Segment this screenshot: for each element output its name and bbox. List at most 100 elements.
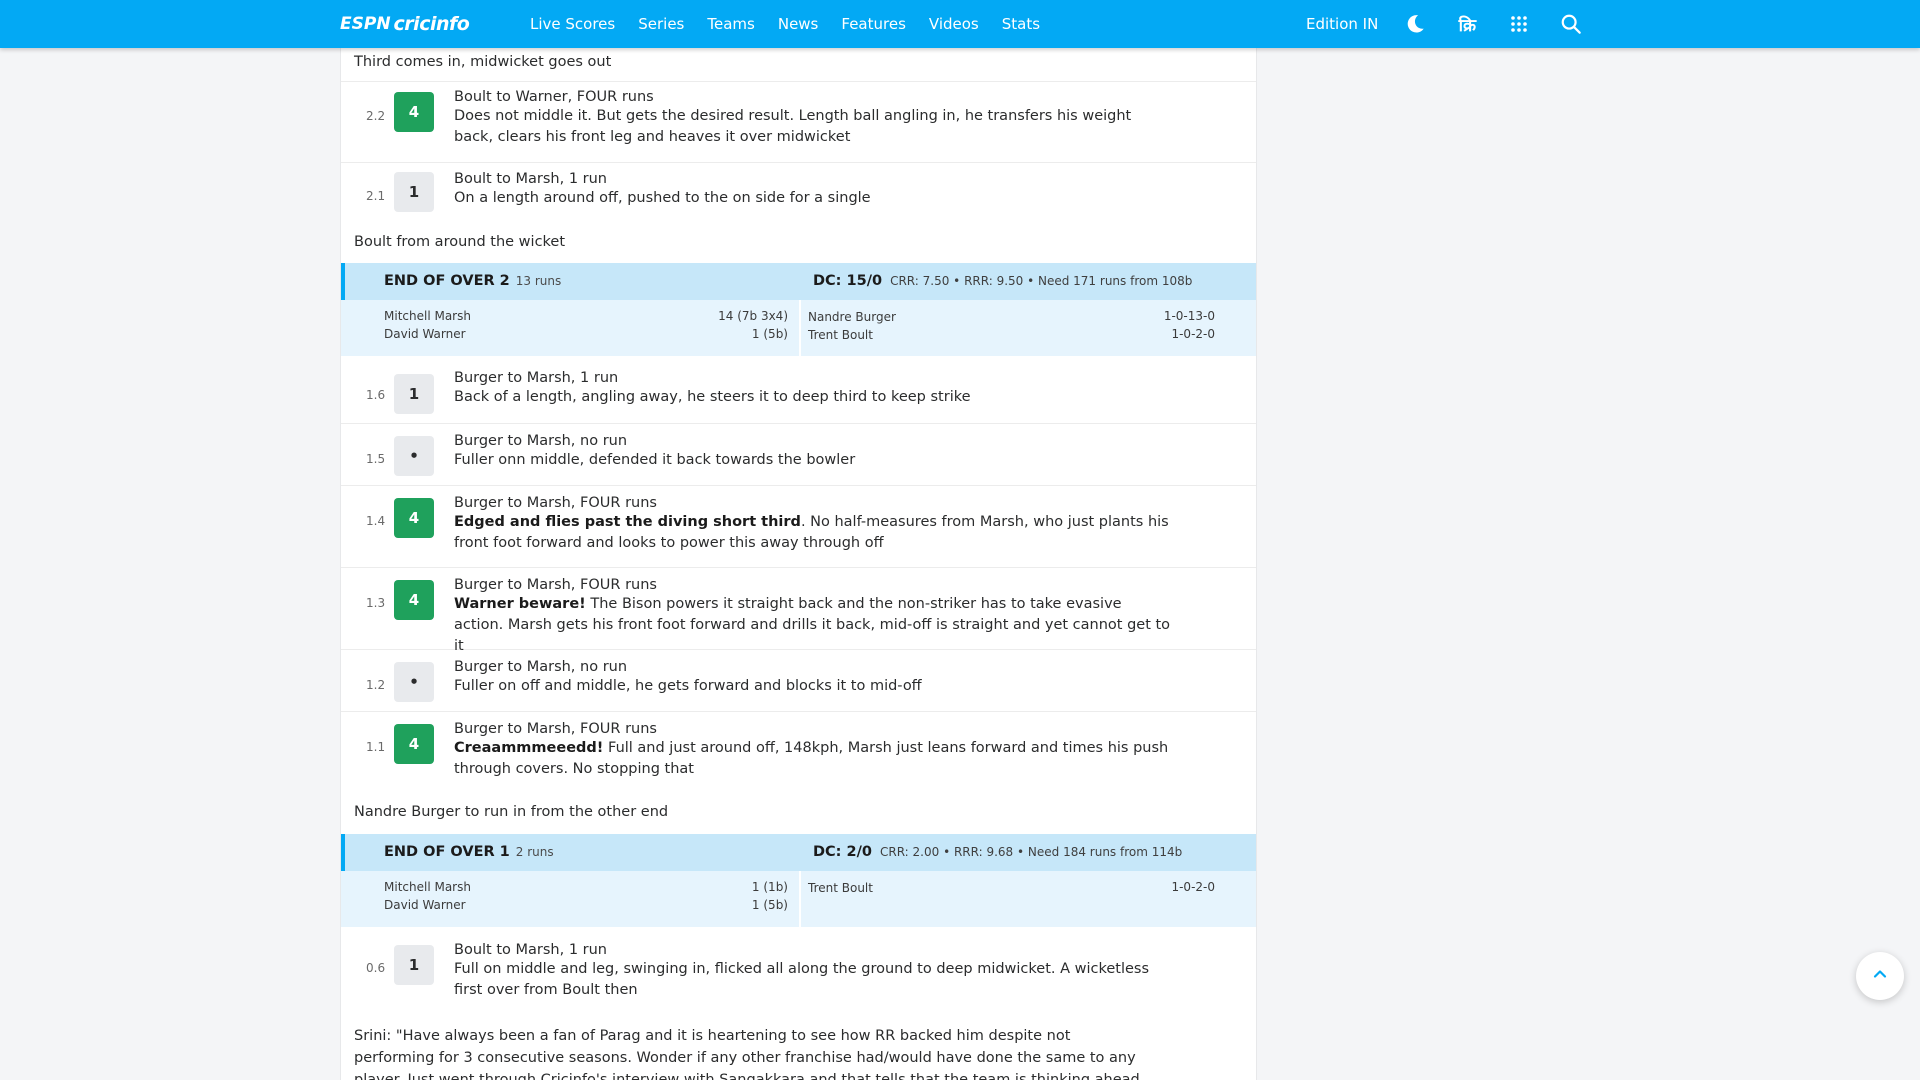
- ball-row: 1.4 4 Burger to Marsh, FOUR runs Edged a…: [341, 487, 1256, 568]
- ball-over-number: 1.5: [366, 452, 386, 466]
- nav-links: Live Scores Series Teams News Features V…: [530, 0, 1063, 48]
- batter-name[interactable]: David Warner: [384, 898, 466, 912]
- ball-runs-badge: •: [394, 662, 434, 702]
- bowler-name[interactable]: Trent Boult: [808, 881, 873, 895]
- ball-title: Boult to Marsh, 1 run: [454, 942, 607, 958]
- end-of-over-label: END OF OVER 1 2 runs: [384, 844, 554, 860]
- ball-commentary-highlight: Edged and flies past the diving short th…: [454, 514, 801, 530]
- scroll-to-top-button[interactable]: [1856, 952, 1904, 1000]
- ball-commentary: On a length around off, pushed to the on…: [454, 188, 1174, 209]
- over-runs: 13 runs: [515, 274, 562, 288]
- team-score-value: DC: 2/0: [813, 844, 872, 860]
- chevron-up-icon: [1872, 966, 1888, 986]
- search-icon[interactable]: [1558, 11, 1584, 37]
- nav-news[interactable]: News: [778, 15, 819, 33]
- reader-comment: Srini: "Have always been a fan of Parag …: [354, 1028, 1140, 1080]
- ball-over-number: 2.1: [366, 189, 386, 203]
- commentary-feed[interactable]: Third comes in, midwicket goes out 2.2 4…: [340, 48, 1257, 1080]
- ball-row: 1.5 • Burger to Marsh, no run Fuller onn…: [341, 425, 1256, 486]
- ball-row: 2.2 4 Boult to Warner, FOUR runs Does no…: [341, 82, 1256, 163]
- over-runs: 2 runs: [515, 845, 554, 859]
- bowler-name[interactable]: Nandre Burger: [808, 310, 896, 324]
- ball-title: Burger to Marsh, FOUR runs: [454, 495, 657, 511]
- commentary-note: Nandre Burger to run in from the other e…: [354, 804, 669, 820]
- ball-commentary: Back of a length, angling away, he steer…: [454, 387, 1174, 408]
- ball-over-number: 2.2: [366, 109, 386, 123]
- ball-row: 0.6 1 Boult to Marsh, 1 run Full on midd…: [341, 934, 1256, 1014]
- apps-grid-icon[interactable]: [1506, 11, 1532, 37]
- ball-runs-badge: 4: [394, 498, 434, 538]
- ball-over-number: 1.6: [366, 388, 386, 402]
- nav-teams[interactable]: Teams: [707, 15, 754, 33]
- ball-row: 1.2 • Burger to Marsh, no run Fuller on …: [341, 651, 1256, 712]
- bowler-name[interactable]: Trent Boult: [808, 328, 873, 342]
- commentary-note: Third comes in, midwicket goes out: [354, 54, 612, 70]
- end-of-over-label: END OF OVER 2 13 runs: [384, 273, 561, 289]
- bowler-figures: 1-0-13-0: [1163, 309, 1215, 323]
- ball-runs-badge: 1: [394, 374, 434, 414]
- ball-commentary: Fuller onn middle, defended it back towa…: [454, 450, 1174, 471]
- hindi-label: क्रि: [1458, 15, 1477, 36]
- ball-runs-badge: 4: [394, 92, 434, 132]
- ball-title: Boult to Warner, FOUR runs: [454, 89, 654, 105]
- bowler-figures: 1-0-2-0: [1171, 880, 1215, 894]
- team-score: DC: 2/0 CRR: 2.00 • RRR: 9.68 • Need 184 …: [813, 844, 1182, 860]
- batter-name[interactable]: Mitchell Marsh: [384, 880, 471, 894]
- espncricinfo-logo[interactable]: ESPN cricinfo: [340, 12, 470, 36]
- logo-cricinfo: cricinfo: [393, 13, 470, 35]
- nav-stats[interactable]: Stats: [1002, 15, 1040, 33]
- ball-row: 1.3 4 Burger to Marsh, FOUR runs Warner …: [341, 569, 1256, 654]
- end-of-over-header: END OF OVER 1 2 runs DC: 2/0 CRR: 2.00 • R…: [341, 834, 1256, 871]
- ball-runs-badge: •: [394, 436, 434, 476]
- over-label: END OF OVER 2: [384, 273, 510, 289]
- batter-name[interactable]: Mitchell Marsh: [384, 309, 471, 323]
- nav-videos[interactable]: Videos: [929, 15, 979, 33]
- nav-live-scores[interactable]: Live Scores: [530, 15, 615, 33]
- ball-commentary: Does not middle it. But gets the desired…: [454, 106, 1174, 148]
- commentary-note: Boult from around the wicket: [354, 234, 566, 250]
- bowler-figures: 1-0-2-0: [1171, 327, 1215, 341]
- nav-series[interactable]: Series: [638, 15, 684, 33]
- ball-title: Burger to Marsh, FOUR runs: [454, 577, 657, 593]
- ball-runs-badge: 1: [394, 172, 434, 212]
- hindi-icon[interactable]: क्रि: [1454, 11, 1480, 37]
- ball-runs-badge: 4: [394, 724, 434, 764]
- ball-commentary-highlight: Warner beware!: [454, 596, 586, 612]
- end-of-over-details: Mitchell Marsh 1 (1b) David Warner 1 (5b…: [341, 871, 1256, 927]
- batter-score: 1 (5b): [751, 327, 788, 341]
- logo-espn: ESPN: [340, 14, 391, 34]
- ball-row: 1.1 4 Burger to Marsh, FOUR runs Creaamm…: [341, 713, 1256, 793]
- end-of-over-header: END OF OVER 2 13 runs DC: 15/0 CRR: 7.50 •…: [341, 263, 1256, 300]
- ball-over-number: 1.4: [366, 514, 386, 528]
- top-navbar: ESPN cricinfo Live Scores Series Teams N…: [0, 0, 1920, 48]
- ball-runs-badge: 4: [394, 580, 434, 620]
- end-of-over-summary: END OF OVER 1 2 runs DC: 2/0 CRR: 2.00 • R…: [341, 834, 1256, 927]
- ball-commentary: Edged and flies past the diving short th…: [454, 512, 1174, 554]
- ball-title: Boult to Marsh, 1 run: [454, 171, 607, 187]
- ball-commentary-text: Full on middle and leg, swinging in, fli…: [454, 961, 1150, 998]
- ball-title: Burger to Marsh, no run: [454, 433, 628, 449]
- over-label: END OF OVER 1: [384, 844, 510, 860]
- ball-commentary-text: On a length around off, pushed to the on…: [454, 190, 871, 206]
- ball-title: Burger to Marsh, FOUR runs: [454, 721, 657, 737]
- moon-icon[interactable]: [1402, 11, 1428, 37]
- divider: [799, 871, 801, 927]
- end-of-over-summary: END OF OVER 2 13 runs DC: 15/0 CRR: 7.50 •…: [341, 263, 1256, 356]
- batter-name[interactable]: David Warner: [384, 327, 466, 341]
- end-of-over-details: Mitchell Marsh 14 (7b 3x4) David Warner …: [341, 300, 1256, 356]
- ball-commentary-highlight: Creaammmeeedd!: [454, 740, 604, 756]
- ball-commentary: Creaammmeeedd! Full and just around off,…: [454, 738, 1174, 780]
- ball-commentary: Full on middle and leg, swinging in, fli…: [454, 959, 1174, 1001]
- ball-over-number: 1.1: [366, 740, 386, 754]
- team-score: DC: 15/0 CRR: 7.50 • RRR: 9.50 • Need 171…: [813, 273, 1192, 289]
- ball-row: 2.1 1 Boult to Marsh, 1 run On a length …: [341, 164, 1256, 224]
- edition-selector[interactable]: Edition IN: [1306, 15, 1378, 33]
- ball-commentary-text: Fuller on off and middle, he gets forwar…: [454, 678, 922, 694]
- ball-commentary: Warner beware! The Bison powers it strai…: [454, 594, 1174, 657]
- nav-features[interactable]: Features: [841, 15, 906, 33]
- batter-score: 14 (7b 3x4): [718, 309, 788, 323]
- batter-score: 1 (5b): [751, 898, 788, 912]
- divider: [799, 300, 801, 356]
- ball-row: 1.6 1 Burger to Marsh, 1 run Back of a l…: [341, 362, 1256, 424]
- ball-runs-badge: 1: [394, 945, 434, 985]
